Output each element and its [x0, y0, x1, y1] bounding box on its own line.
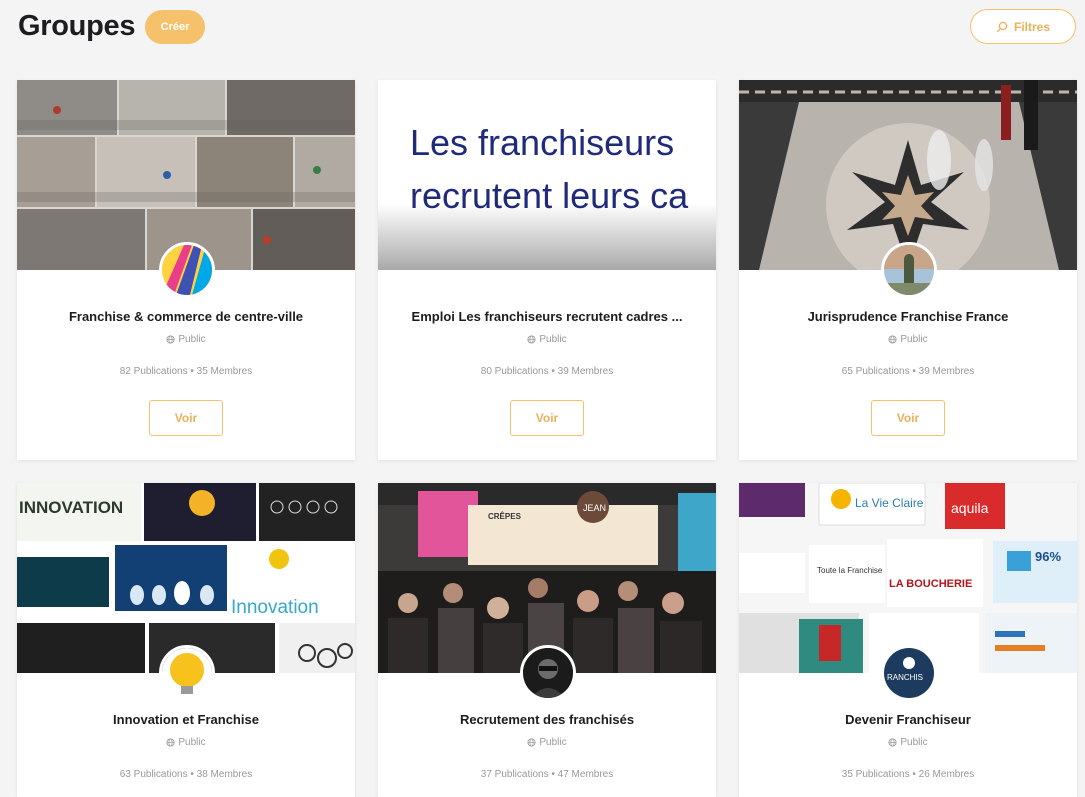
members-count: 39 Membres — [557, 366, 614, 377]
visibility-label: Public — [539, 737, 567, 748]
group-card[interactable]: CRÊPES JEAN Recrutement des franchisés P… — [378, 483, 716, 797]
group-visibility: Public — [17, 737, 355, 748]
members-count: 38 Membres — [196, 769, 253, 780]
group-avatar — [881, 242, 937, 298]
group-visibility: Public — [739, 334, 1077, 345]
group-avatar — [520, 645, 576, 701]
visibility-label: Public — [178, 334, 206, 345]
group-card[interactable]: La Vie Claire aquila Toute la Franchise … — [739, 483, 1077, 797]
view-group-button[interactable]: Voir — [149, 400, 223, 436]
group-stats: 63 Publications • 38 Membres — [119, 769, 253, 780]
globe-icon — [527, 335, 536, 344]
globe-icon — [888, 335, 897, 344]
svg-text:RANCHIS: RANCHIS — [887, 673, 923, 682]
group-visibility: Public — [378, 334, 716, 345]
cover-text-crepes: CRÊPES — [488, 512, 522, 521]
group-stats: 82 Publications • 35 Membres — [119, 366, 253, 377]
cover-text-toute-la-franchise: Toute la Franchise — [817, 566, 883, 575]
cover-text-line-2: recrutent leurs ca — [410, 175, 689, 216]
group-stats: 65 Publications • 39 Membres — [841, 366, 975, 377]
publications-count: 63 Publications — [119, 769, 188, 780]
group-name[interactable]: Recrutement des franchisés — [378, 712, 716, 727]
globe-icon — [166, 335, 175, 344]
group-visibility: Public — [378, 737, 716, 748]
publications-count: 65 Publications — [841, 366, 910, 377]
cover-text-innovation: Innovation — [231, 597, 319, 618]
visibility-label: Public — [539, 334, 567, 345]
filters-label: Filtres — [1013, 19, 1050, 34]
group-stats: 35 Publications • 26 Membres — [841, 769, 975, 780]
members-count: 39 Membres — [918, 366, 975, 377]
visibility-label: Public — [900, 737, 928, 748]
group-avatar — [159, 242, 215, 298]
cover-text-jean: JEAN — [583, 503, 606, 513]
group-name[interactable]: Devenir Franchiseur — [739, 712, 1077, 727]
group-cover-image: Les franchiseurs recrutent leurs ca — [378, 80, 716, 270]
group-avatar: RANCHIS — [881, 645, 937, 701]
page-header: Groupes Créer Filtres — [0, 0, 1085, 60]
group-stats: 80 Publications • 39 Membres — [480, 366, 614, 377]
publications-count: 80 Publications — [480, 366, 549, 377]
search-icon — [996, 21, 1008, 32]
filters-button[interactable]: Filtres — [970, 9, 1076, 44]
group-name[interactable]: Franchise & commerce de centre-ville — [17, 309, 355, 324]
members-count: 35 Membres — [196, 366, 253, 377]
group-card[interactable]: Les franchiseurs recrutent leurs ca Empl… — [378, 80, 716, 460]
publications-count: 37 Publications — [480, 769, 549, 780]
cover-text-boucherie: LA BOUCHERIE — [889, 578, 972, 590]
cover-text-la-vie-claire: La Vie Claire — [855, 496, 924, 510]
group-name[interactable]: Emploi Les franchiseurs recrutent cadres… — [378, 309, 716, 324]
group-card[interactable]: Franchise & commerce de centre-ville Pub… — [17, 80, 355, 460]
cover-text-96-percent: 96% — [1035, 549, 1061, 564]
view-group-button[interactable]: Voir — [510, 400, 584, 436]
create-group-button[interactable]: Créer — [145, 10, 205, 44]
page-title: Groupes — [18, 10, 136, 42]
cover-text-aquila: aquila — [951, 500, 989, 516]
group-stats: 37 Publications • 47 Membres — [480, 769, 614, 780]
cover-text-innovation-bold: INNOVATION — [19, 498, 123, 517]
view-group-button[interactable]: Voir — [871, 400, 945, 436]
visibility-label: Public — [178, 737, 206, 748]
members-count: 47 Membres — [557, 769, 614, 780]
group-visibility: Public — [17, 334, 355, 345]
globe-icon — [888, 738, 897, 747]
cover-text-line-1: Les franchiseurs — [410, 122, 674, 163]
publications-count: 35 Publications — [841, 769, 910, 780]
visibility-label: Public — [900, 334, 928, 345]
globe-icon — [166, 738, 175, 747]
group-card[interactable]: Jurisprudence Franchise France Public 65… — [739, 80, 1077, 460]
group-name[interactable]: Innovation et Franchise — [17, 712, 355, 727]
members-count: 26 Membres — [918, 769, 975, 780]
group-card[interactable]: INNOVATION Innovation Innovation et Fran… — [17, 483, 355, 797]
group-name[interactable]: Jurisprudence Franchise France — [739, 309, 1077, 324]
globe-icon — [527, 738, 536, 747]
publications-count: 82 Publications — [119, 366, 188, 377]
group-visibility: Public — [739, 737, 1077, 748]
group-avatar — [159, 645, 215, 701]
